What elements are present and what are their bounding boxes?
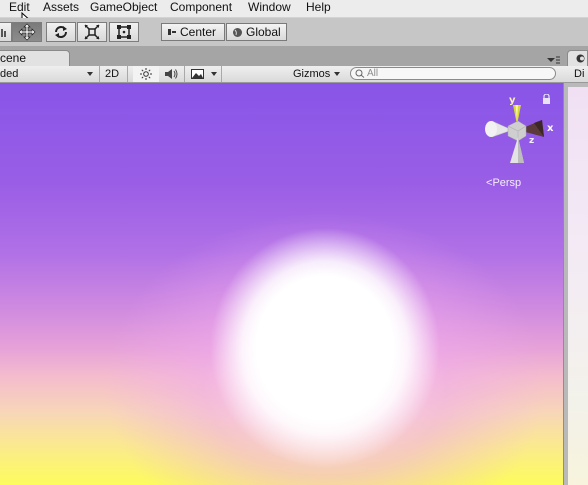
divider [184, 66, 185, 82]
rect-transform-icon [117, 25, 131, 39]
search-input[interactable]: All [350, 67, 556, 80]
right-panel [563, 83, 588, 485]
projection-label: Persp [492, 177, 522, 189]
rotate-tool-button[interactable] [46, 22, 76, 42]
right-panel-view[interactable] [568, 87, 588, 485]
tab-scene[interactable]: cene [0, 50, 70, 66]
chevron-down-icon[interactable] [211, 72, 217, 76]
rotate-icon [55, 26, 67, 38]
image-effects-icon[interactable] [191, 69, 204, 79]
chevron-down-icon [87, 72, 93, 76]
tab-right-panel[interactable] [567, 50, 588, 66]
pivot-toggle-button[interactable]: Center [161, 23, 225, 41]
gizmo-z-label: z [529, 136, 534, 146]
tab-strip: cene [0, 46, 588, 66]
search-icon [355, 69, 365, 78]
space-label: Global [246, 25, 281, 39]
move-tool-button[interactable] [12, 22, 42, 42]
right-panel-title: Di [574, 68, 585, 80]
2d-toggle-button[interactable]: 2D [105, 66, 119, 82]
scene-viewport[interactable]: y x z <Persp [0, 83, 563, 485]
divider [221, 66, 222, 82]
divider [127, 66, 128, 82]
gizmo-center-cube[interactable] [507, 120, 527, 142]
globe-icon [233, 27, 242, 37]
main-toolbar: Center Global [0, 18, 588, 46]
gizmos-dropdown[interactable]: Gizmos [293, 66, 330, 82]
shading-mode-dropdown[interactable]: ded [0, 66, 18, 82]
chevron-down-icon [334, 72, 340, 76]
tab-menu-icon[interactable] [546, 56, 560, 64]
menu-gameobject[interactable]: GameObject [90, 0, 157, 17]
scale-icon [84, 24, 100, 40]
menu-bar: Edit Assets GameObject Component Window … [0, 0, 588, 32]
gizmo-z-shade [518, 137, 524, 163]
menu-window[interactable]: Window [248, 0, 291, 17]
rect-tool-button[interactable] [109, 22, 139, 42]
sun-icon [140, 68, 152, 80]
gizmo-x-label: x [547, 123, 554, 134]
scene-control-bar: ded 2D Gizmos All [0, 66, 563, 83]
menu-help[interactable]: Help [306, 0, 331, 17]
menu-assets[interactable]: Assets [43, 0, 79, 17]
panel-tab-icon [576, 54, 585, 63]
move-arrows-icon [18, 23, 36, 41]
right-panel-header: Di [563, 66, 588, 83]
hand-icon [1, 29, 6, 37]
scale-tool-button[interactable] [77, 22, 107, 42]
divider [99, 66, 100, 82]
pivot-label: Center [180, 25, 217, 39]
gizmo-y-label: y [509, 95, 516, 106]
projection-label-button[interactable]: <Persp [486, 177, 521, 189]
space-toggle-button[interactable]: Global [226, 23, 287, 41]
view-tool-button[interactable] [0, 22, 12, 42]
tab-scene-label: cene [0, 51, 27, 65]
search-placeholder: All [367, 68, 379, 79]
speaker-icon[interactable] [164, 68, 178, 80]
gizmo-neg-x-cap [485, 121, 497, 137]
lighting-toggle-button[interactable] [133, 66, 159, 82]
pivot-center-icon [168, 29, 176, 35]
menu-component[interactable]: Component [170, 0, 232, 17]
